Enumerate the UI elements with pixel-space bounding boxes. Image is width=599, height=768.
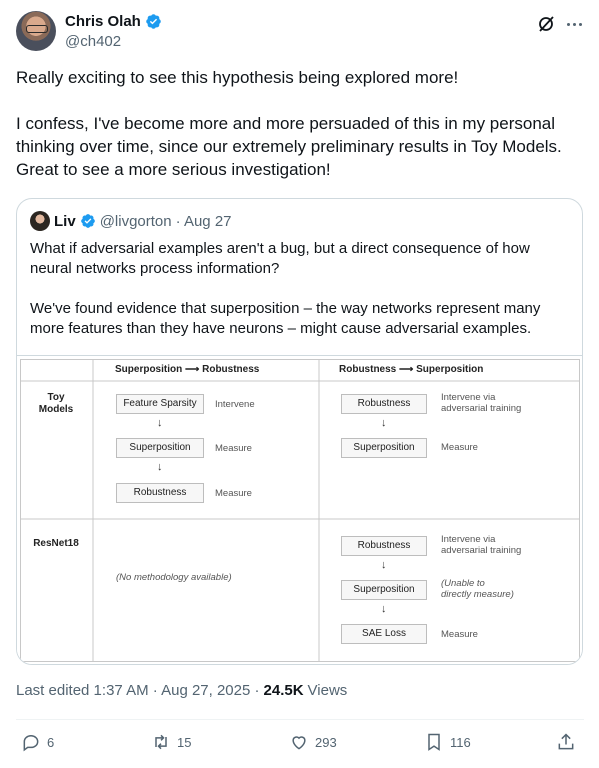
- author-name[interactable]: Chris Olah: [65, 13, 141, 30]
- box-superposition: Superposition: [116, 438, 204, 458]
- repost-count: 15: [177, 734, 192, 750]
- note-intervene: Intervene: [215, 399, 255, 410]
- quoted-paragraph: What if adversarial examples aren't a bu…: [30, 240, 530, 277]
- tweet-text: Really exciting to see this hypothesis b…: [16, 66, 584, 181]
- more-options-icon[interactable]: [564, 14, 584, 34]
- box-robustness: Robustness: [341, 394, 427, 414]
- tweet-paragraph: Really exciting to see this hypothesis b…: [16, 68, 459, 87]
- heart-icon: [292, 736, 306, 750]
- quoted-author-avatar: [30, 211, 50, 231]
- divider: [16, 719, 584, 720]
- quoted-author-handle: @livgorton: [99, 212, 172, 230]
- box-feature-sparsity: Feature Sparsity: [116, 394, 204, 414]
- grok-icon[interactable]: [536, 14, 556, 34]
- arrow-down-icon: ↓: [157, 461, 163, 473]
- arrow-down-icon: ↓: [157, 417, 163, 429]
- box-superposition: Superposition: [341, 438, 427, 458]
- repost-button[interactable]: 15: [151, 732, 191, 752]
- note-intervene-adversarial: Intervene via adversarial training: [441, 392, 522, 414]
- bookmark-count: 116: [450, 734, 471, 750]
- row-label-toy-models: Toy Models: [38, 392, 74, 415]
- box-robustness: Robustness: [116, 483, 204, 503]
- reply-button[interactable]: 6: [21, 732, 54, 752]
- quoted-tweet-text: What if adversarial examples aren't a bu…: [30, 239, 570, 339]
- views-count: 24.5K: [263, 682, 304, 699]
- note-unable-to-measure: (Unable to directly measure): [441, 578, 514, 600]
- quoted-tweet-date: · Aug 27: [175, 212, 232, 230]
- box-superposition: Superposition: [341, 580, 427, 600]
- quoted-tweet-header: Liv @livgorton · Aug 27: [30, 211, 232, 231]
- reply-icon: [23, 734, 39, 752]
- box-sae-loss: SAE Loss: [341, 624, 427, 644]
- share-icon: [558, 733, 574, 750]
- quoted-tweet-image[interactable]: Superposition ⟶ Robustness Robustness ⟶ …: [17, 355, 582, 664]
- action-bar: 6 15 293 116: [16, 732, 584, 756]
- note-measure: Measure: [215, 488, 252, 499]
- note-measure: Measure: [441, 629, 478, 640]
- col-header-right: Robustness ⟶ Superposition: [339, 364, 484, 375]
- bookmark-icon: [428, 733, 440, 751]
- note-intervene-adversarial: Intervene via adversarial training: [441, 534, 522, 556]
- quoted-paragraph: We've found evidence that superposition …: [30, 300, 541, 337]
- arrow-down-icon: ↓: [381, 603, 387, 615]
- verified-badge-icon: [80, 214, 95, 228]
- repost-icon: [155, 734, 167, 750]
- col-header-left: Superposition ⟶ Robustness: [115, 364, 260, 375]
- note-measure: Measure: [441, 442, 478, 453]
- quoted-author-name: Liv: [54, 212, 76, 230]
- author-avatar[interactable]: [16, 11, 56, 51]
- note-measure: Measure: [215, 443, 252, 454]
- box-robustness: Robustness: [341, 536, 427, 556]
- note-no-methodology: (No methodology available): [116, 572, 232, 583]
- row-label-resnet18: ResNet18: [33, 538, 79, 549]
- quoted-tweet[interactable]: Liv @livgorton · Aug 27 What if adversar…: [16, 198, 583, 665]
- tweet-meta: Last edited 1:37 AM · Aug 27, 2025 · 24.…: [16, 682, 347, 699]
- like-button[interactable]: 293: [289, 732, 337, 752]
- edited-timestamp[interactable]: Last edited 1:37 AM · Aug 27, 2025 ·: [16, 682, 260, 699]
- bookmark-button[interactable]: 116: [424, 732, 471, 752]
- arrow-down-icon: ↓: [381, 417, 387, 429]
- views-label: Views: [307, 682, 348, 699]
- like-count: 293: [315, 734, 337, 750]
- author-name-row[interactable]: Chris Olah: [65, 13, 162, 30]
- author-handle[interactable]: @ch402: [65, 33, 121, 50]
- arrow-down-icon: ↓: [381, 559, 387, 571]
- tweet-paragraph: I confess, I've become more and more per…: [16, 114, 562, 179]
- reply-count: 6: [47, 734, 55, 750]
- share-button[interactable]: [556, 732, 576, 752]
- verified-badge-icon: [146, 14, 161, 29]
